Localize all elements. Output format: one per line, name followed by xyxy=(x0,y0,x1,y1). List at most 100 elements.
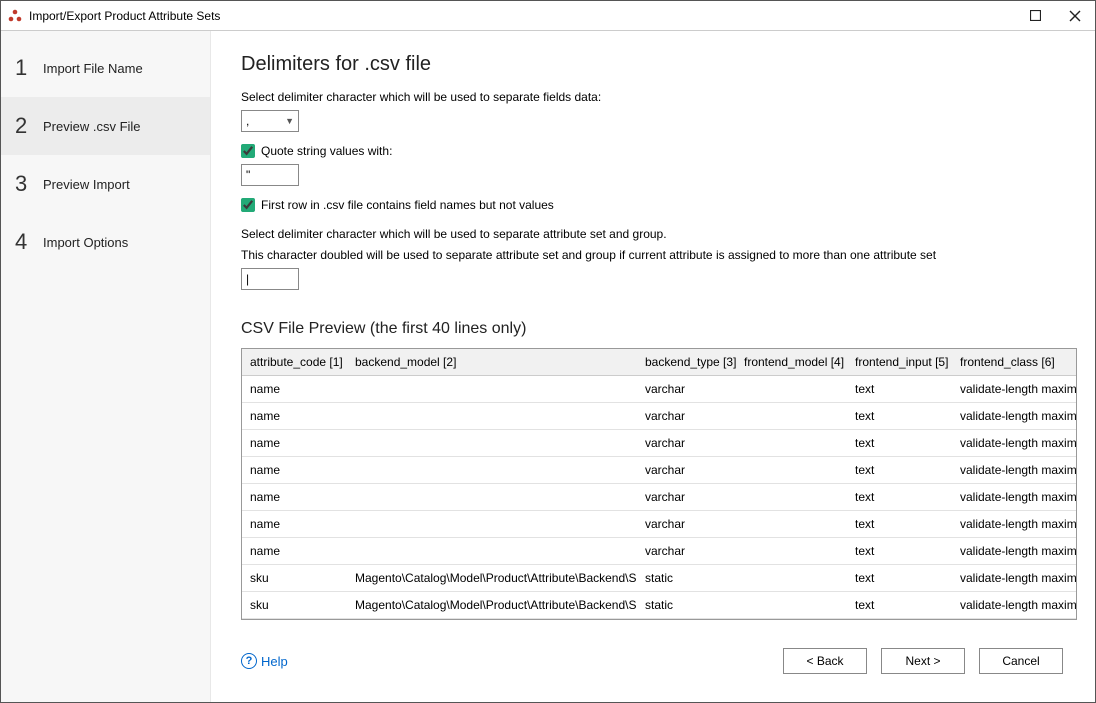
help-icon: ? xyxy=(241,653,257,669)
table-cell: text xyxy=(847,375,952,402)
table-row[interactable]: name varchar textvalidate-length maximum xyxy=(242,402,1077,429)
app-icon xyxy=(7,8,23,24)
table-cell: text xyxy=(847,456,952,483)
step-number: 3 xyxy=(15,171,43,197)
window: Import/Export Product Attribute Sets 1Im… xyxy=(0,0,1096,703)
step-label: Preview .csv File xyxy=(43,119,141,134)
table-cell: name xyxy=(242,402,347,429)
table-cell: validate-length maximum xyxy=(952,537,1077,564)
table-cell xyxy=(736,456,847,483)
page-heading: Delimiters for .csv file xyxy=(241,53,1077,76)
firstrow-checkbox-label: First row in .csv file contains field na… xyxy=(261,198,554,212)
window-controls xyxy=(1015,1,1095,31)
table-cell: validate-length maximum xyxy=(952,456,1077,483)
step-number: 4 xyxy=(15,229,43,255)
body: 1Import File Name2Preview .csv File3Prev… xyxy=(1,31,1095,702)
table-cell: varchar xyxy=(637,429,736,456)
table-cell: text xyxy=(847,510,952,537)
table-cell: varchar xyxy=(637,402,736,429)
col-header[interactable]: frontend_input [5] xyxy=(847,349,952,376)
step-number: 2 xyxy=(15,113,43,139)
table-row[interactable]: namevarchartextvalidate-length maximum xyxy=(242,537,1077,564)
attrset-desc-2: This character doubled will be used to s… xyxy=(241,247,1077,264)
table-cell xyxy=(347,402,637,429)
table-cell xyxy=(736,483,847,510)
table-cell xyxy=(347,375,637,402)
table-cell: validate-length maximum xyxy=(952,483,1077,510)
chevron-down-icon: ▼ xyxy=(285,116,294,126)
sidebar: 1Import File Name2Preview .csv File3Prev… xyxy=(1,31,211,702)
preview-table: attribute_code [1]backend_model [2]backe… xyxy=(242,349,1077,619)
table-row[interactable]: name varchar textvalidate-length maximum xyxy=(242,510,1077,537)
table-cell xyxy=(736,537,847,564)
table-cell xyxy=(736,402,847,429)
table-row[interactable]: namevarchartextvalidate-length maximum xyxy=(242,483,1077,510)
step-label: Preview Import xyxy=(43,177,130,192)
table-cell: validate-length maximum xyxy=(952,375,1077,402)
table-cell: sku xyxy=(242,591,347,618)
back-button[interactable]: < Back xyxy=(783,648,867,674)
table-row[interactable]: skuMagento\Catalog\Model\Product\Attribu… xyxy=(242,564,1077,591)
table-cell: varchar xyxy=(637,483,736,510)
table-cell: static xyxy=(637,564,736,591)
table-cell xyxy=(736,591,847,618)
table-cell: name xyxy=(242,510,347,537)
table-cell: varchar xyxy=(637,510,736,537)
next-button[interactable]: Next > xyxy=(881,648,965,674)
table-cell: Magento\Catalog\Model\Product\Attribute\… xyxy=(347,591,637,618)
table-cell xyxy=(736,564,847,591)
table-row[interactable]: name varchar textvalidate-length maximum xyxy=(242,375,1077,402)
table-row[interactable]: skuMagento\Catalog\Model\Product\Attribu… xyxy=(242,591,1077,618)
col-header[interactable]: attribute_code [1] xyxy=(242,349,347,376)
table-cell: validate-length maximum xyxy=(952,402,1077,429)
table-cell: varchar xyxy=(637,375,736,402)
footer: ? Help < Back Next > Cancel xyxy=(241,636,1077,688)
wizard-step-2[interactable]: 2Preview .csv File xyxy=(1,97,210,155)
table-cell: name xyxy=(242,375,347,402)
table-cell: varchar xyxy=(637,537,736,564)
delimiter-select[interactable]: , ▼ xyxy=(241,110,299,132)
button-row: < Back Next > Cancel xyxy=(783,648,1063,674)
attrset-desc-1: Select delimiter character which will be… xyxy=(241,226,1077,243)
close-button[interactable] xyxy=(1055,1,1095,31)
table-cell xyxy=(347,510,637,537)
table-cell xyxy=(347,483,637,510)
table-cell xyxy=(736,510,847,537)
maximize-button[interactable] xyxy=(1015,1,1055,31)
table-cell: varchar xyxy=(637,456,736,483)
quote-checkbox-label: Quote string values with: xyxy=(261,144,392,158)
preview-heading: CSV File Preview (the first 40 lines onl… xyxy=(241,320,1077,338)
table-cell: name xyxy=(242,483,347,510)
step-label: Import File Name xyxy=(43,61,143,76)
col-header[interactable]: backend_model [2] xyxy=(347,349,637,376)
wizard-step-3[interactable]: 3Preview Import xyxy=(1,155,210,213)
main-panel: Delimiters for .csv file Select delimite… xyxy=(211,31,1095,702)
table-cell: validate-length maximum xyxy=(952,591,1077,618)
table-cell xyxy=(347,456,637,483)
firstrow-checkbox-row[interactable]: First row in .csv file contains field na… xyxy=(241,198,1077,212)
table-cell xyxy=(347,429,637,456)
quote-checkbox-row[interactable]: Quote string values with: xyxy=(241,144,1077,158)
firstrow-checkbox[interactable] xyxy=(241,198,255,212)
attrset-delim-input[interactable] xyxy=(241,268,299,290)
help-label: Help xyxy=(261,654,288,669)
col-header[interactable]: frontend_class [6] xyxy=(952,349,1077,376)
wizard-step-1[interactable]: 1Import File Name xyxy=(1,39,210,97)
col-header[interactable]: backend_type [3] xyxy=(637,349,736,376)
table-cell: validate-length maximum xyxy=(952,510,1077,537)
table-cell: text xyxy=(847,429,952,456)
col-header[interactable]: frontend_model [4] xyxy=(736,349,847,376)
quote-char-input[interactable] xyxy=(241,164,299,186)
delimiter-instruction: Select delimiter character which will be… xyxy=(241,90,1077,104)
wizard-step-4[interactable]: 4Import Options xyxy=(1,213,210,271)
titlebar: Import/Export Product Attribute Sets xyxy=(1,1,1095,31)
table-row[interactable]: namevarchartextvalidate-length maximum xyxy=(242,456,1077,483)
preview-table-wrap: attribute_code [1]backend_model [2]backe… xyxy=(241,348,1077,620)
table-cell: text xyxy=(847,402,952,429)
quote-checkbox[interactable] xyxy=(241,144,255,158)
cancel-button[interactable]: Cancel xyxy=(979,648,1063,674)
table-cell: validate-length maximum xyxy=(952,564,1077,591)
table-cell xyxy=(347,537,637,564)
table-row[interactable]: namevarchartextvalidate-length maximum xyxy=(242,429,1077,456)
help-link[interactable]: ? Help xyxy=(241,653,288,669)
